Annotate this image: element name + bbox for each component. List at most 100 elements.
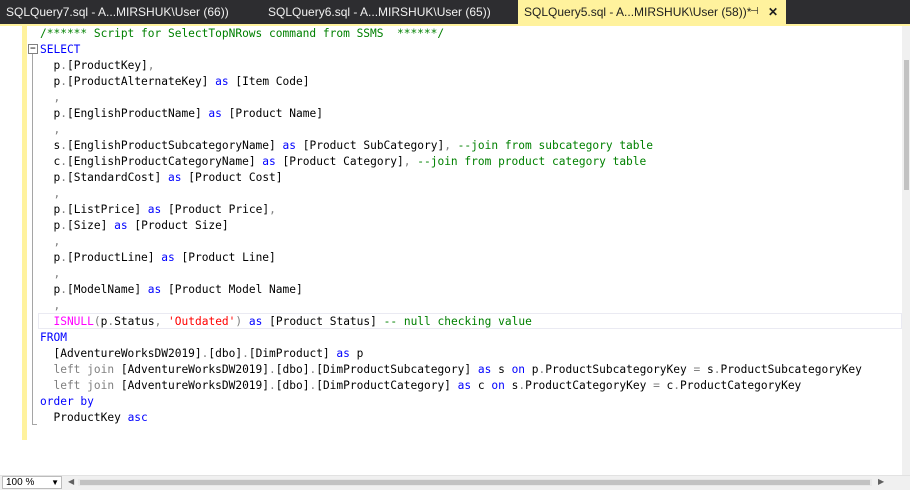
code-token: as: [477, 363, 492, 376]
scroll-left-icon[interactable]: ◀: [68, 477, 74, 486]
collapse-icon[interactable]: −: [28, 44, 38, 54]
code-line[interactable]: ISNULL(p.Status, 'Outdated') as [Product…: [40, 314, 862, 330]
code-token: p: [40, 171, 61, 184]
code-line[interactable]: p.[ListPrice] as [Product Price],: [40, 202, 862, 218]
code-text[interactable]: /****** Script for SelectTopNRows comman…: [40, 26, 862, 426]
code-token: p: [349, 347, 364, 360]
code-token: ,: [40, 299, 61, 312]
tab-sqlquery5[interactable]: SQLQuery5.sql - A...MIRSHUK\User (58))* …: [518, 0, 786, 24]
sql-editor[interactable]: − /****** Script for SelectTopNRows comm…: [0, 26, 902, 475]
code-token: p: [40, 75, 61, 88]
code-line[interactable]: p.[Size] as [Product Size]: [40, 218, 862, 234]
code-token: [EnglishProductSubcategoryName]: [66, 139, 283, 152]
code-line[interactable]: p.[ProductAlternateKey] as [Item Code]: [40, 74, 862, 90]
code-token: p: [40, 283, 61, 296]
tab-label: SQLQuery7.sql - A...MIRSHUK\User (66)): [6, 5, 229, 19]
code-token: [Product Cost]: [181, 171, 283, 184]
code-token: ISNULL: [40, 315, 94, 328]
document-tab-bar: SQLQuery7.sql - A...MIRSHUK\User (66)) S…: [0, 0, 910, 24]
code-token: c: [659, 379, 674, 392]
close-icon[interactable]: ✕: [768, 0, 778, 24]
code-line[interactable]: p.[StandardCost] as [Product Cost]: [40, 170, 862, 186]
code-token: c: [40, 155, 61, 168]
code-token: .: [60, 107, 67, 120]
code-token: 'Outdated': [168, 315, 236, 328]
code-token: as: [168, 171, 182, 184]
code-token: ,: [40, 267, 61, 280]
code-line[interactable]: left join [AdventureWorksDW2019].[dbo].[…: [40, 378, 862, 394]
zoom-level: 100 %: [6, 477, 35, 488]
code-token: ProductSubcategoryKey: [720, 363, 862, 376]
code-token: asc: [127, 411, 148, 424]
code-token: p: [40, 203, 61, 216]
code-token: left join: [40, 363, 121, 376]
code-line[interactable]: ,: [40, 234, 862, 250]
code-token: as: [114, 219, 128, 232]
code-line[interactable]: ,: [40, 298, 862, 314]
code-line[interactable]: left join [AdventureWorksDW2019].[dbo].[…: [40, 362, 862, 378]
code-token: Status: [114, 315, 155, 328]
code-token: ProductCategoryKey: [525, 379, 654, 392]
code-token: p: [40, 107, 61, 120]
code-token: p: [40, 219, 61, 232]
tab-sqlquery7[interactable]: SQLQuery7.sql - A...MIRSHUK\User (66)): [0, 0, 262, 24]
code-line[interactable]: c.[EnglishProductCategoryName] as [Produ…: [40, 154, 862, 170]
tab-sqlquery6[interactable]: SQLQuery6.sql - A...MIRSHUK\User (65)): [262, 0, 518, 24]
code-token: [StandardCost]: [66, 171, 169, 184]
code-token: ,: [444, 139, 458, 152]
code-token: [Product Model Name]: [161, 283, 303, 296]
code-token: ProductKey: [40, 411, 128, 424]
code-token: (: [93, 315, 101, 328]
code-token: ProductCategoryKey: [680, 379, 802, 392]
code-token: ,: [40, 123, 61, 136]
code-line[interactable]: [AdventureWorksDW2019].[dbo].[DimProduct…: [40, 346, 862, 362]
vertical-scroll-thumb[interactable]: [904, 60, 909, 190]
tab-label: SQLQuery6.sql - A...MIRSHUK\User (65)): [268, 5, 491, 19]
code-token: .: [269, 379, 276, 392]
code-token: ,: [154, 315, 169, 328]
horizontal-scroll-thumb[interactable]: [80, 480, 870, 485]
code-token: [AdventureWorksDW2019]: [120, 363, 270, 376]
code-token: left join: [40, 379, 121, 392]
code-token: .: [242, 347, 249, 360]
code-token: s: [40, 139, 61, 152]
code-line[interactable]: /****** Script for SelectTopNRows comman…: [40, 26, 862, 42]
code-line[interactable]: p.[ProductKey],: [40, 58, 862, 74]
code-line[interactable]: ProductKey asc: [40, 410, 862, 426]
code-token: [ProductAlternateKey]: [66, 75, 216, 88]
code-token: [EnglishProductName]: [66, 107, 209, 120]
code-token: [DimProductSubcategory]: [316, 363, 478, 376]
code-token: [dbo]: [275, 379, 310, 392]
code-line[interactable]: order by: [40, 394, 862, 410]
code-token: ,: [40, 91, 61, 104]
code-token: as: [457, 379, 472, 392]
code-line[interactable]: ,: [40, 266, 862, 282]
code-token: .: [60, 283, 67, 296]
code-line[interactable]: ,: [40, 122, 862, 138]
code-token: =: [653, 379, 660, 392]
code-line[interactable]: ,: [40, 186, 862, 202]
code-token: [ListPrice]: [66, 203, 148, 216]
code-token: as: [147, 283, 162, 296]
pin-icon[interactable]: ⊣: [750, 0, 759, 24]
scroll-right-icon[interactable]: ▶: [878, 477, 884, 486]
code-token: [DimProduct]: [248, 347, 337, 360]
code-line[interactable]: p.[EnglishProductName] as [Product Name]: [40, 106, 862, 122]
code-token: as: [208, 107, 222, 120]
code-line[interactable]: p.[ModelName] as [Product Model Name]: [40, 282, 862, 298]
code-line[interactable]: ,: [40, 90, 862, 106]
code-token: as: [262, 155, 276, 168]
code-token: [dbo]: [275, 363, 310, 376]
code-token: .: [60, 203, 67, 216]
code-token: p: [40, 251, 61, 264]
code-token: [Product Price]: [161, 203, 270, 216]
code-line[interactable]: p.[ProductLine] as [Product Line]: [40, 250, 862, 266]
code-token: -- null checking value: [383, 315, 532, 328]
code-token: as: [147, 203, 162, 216]
code-token: [Size]: [66, 219, 115, 232]
code-line[interactable]: FROM: [40, 330, 862, 346]
code-line[interactable]: SELECT: [40, 42, 862, 58]
code-line[interactable]: s.[EnglishProductSubcategoryName] as [Pr…: [40, 138, 862, 154]
code-token: ,: [269, 203, 276, 216]
zoom-dropdown[interactable]: 100 % ▼: [2, 476, 62, 489]
